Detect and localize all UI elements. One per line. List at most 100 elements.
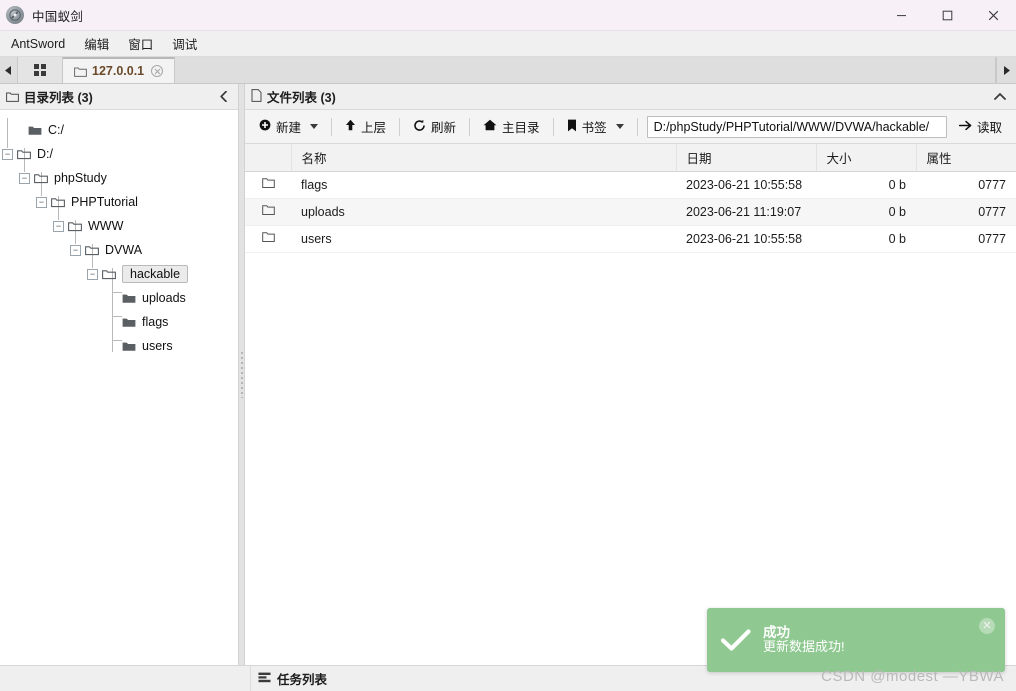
- refresh-label: 刷新: [431, 121, 457, 135]
- folder-solid-icon: [122, 293, 136, 304]
- tree-toggle-icon[interactable]: −: [19, 172, 30, 184]
- tree-node-label: users: [142, 339, 173, 353]
- tree-toggle-icon[interactable]: −: [70, 244, 81, 256]
- tree-node-dvwa[interactable]: − DVWA: [0, 238, 238, 262]
- window-title: 中国蚁剑: [32, 9, 84, 24]
- read-button-label: 读取: [976, 121, 1002, 135]
- menu-antsword[interactable]: AntSword: [2, 34, 74, 54]
- tree-node-label: flags: [142, 315, 169, 329]
- row-size: 0 b: [816, 171, 916, 199]
- folder-solid-icon: [122, 317, 136, 328]
- new-button[interactable]: 新建: [251, 113, 326, 140]
- splitter-grip: [240, 351, 243, 398]
- new-button-label: 新建: [276, 121, 302, 135]
- close-button[interactable]: [970, 0, 1016, 31]
- tab-127-0-0-1[interactable]: 127.0.0.1: [63, 57, 176, 83]
- folder-open-icon: [68, 221, 82, 232]
- chevron-left-icon[interactable]: [215, 91, 232, 102]
- tree-node-d[interactable]: − D:/: [0, 142, 238, 166]
- tree-node-label: C:/: [48, 123, 64, 137]
- tree-toggle-icon[interactable]: −: [36, 196, 47, 208]
- column-header-icon[interactable]: [245, 144, 292, 172]
- directory-tree[interactable]: C:/ − D:/ − phpStudy − PHPTutorial − WWW…: [0, 110, 238, 665]
- tree-node-c[interactable]: C:/: [0, 118, 238, 142]
- tree-node-label: D:/: [37, 147, 53, 161]
- chevron-up-icon[interactable]: [990, 92, 1010, 101]
- folder-open-icon: [102, 269, 116, 280]
- tab-bar: 127.0.0.1: [0, 57, 1016, 84]
- row-date: 2023-06-21 10:55:58: [676, 225, 816, 253]
- bookmark-icon: [567, 119, 577, 135]
- column-header-size[interactable]: 大小: [816, 144, 917, 172]
- column-header-attr[interactable]: 属性: [916, 144, 1016, 172]
- file-table-body: flags 2023-06-21 10:55:58 0 b 0777 uploa…: [245, 171, 1016, 253]
- folder-open-icon: [17, 149, 31, 160]
- menu-debug[interactable]: 调试: [163, 31, 206, 56]
- menu-edit[interactable]: 编辑: [75, 31, 118, 56]
- column-header-name[interactable]: 名称: [291, 144, 677, 172]
- directory-panel: 目录列表 (3) C:/ − D:/ − phpStudy − PHPTutor…: [0, 84, 238, 665]
- tree-node-flags[interactable]: flags: [0, 310, 238, 334]
- tab-close-icon[interactable]: [151, 65, 164, 77]
- row-name: flags: [291, 171, 676, 199]
- arrow-up-icon: [345, 119, 356, 134]
- file-table-container[interactable]: 名称 日期 大小 属性 flags 2023-06-21 10:55:58 0 …: [245, 144, 1016, 665]
- success-toast[interactable]: 成功 更新数据成功!: [707, 608, 1005, 672]
- tree-node-label: uploads: [142, 291, 186, 305]
- toast-message-group: 成功 更新数据成功!: [763, 625, 845, 655]
- home-directory-label: 主目录: [502, 121, 540, 135]
- maximize-button[interactable]: [924, 0, 970, 31]
- toast-body: 更新数据成功!: [763, 639, 845, 655]
- tree-node-phptutorial[interactable]: − PHPTutorial: [0, 190, 238, 214]
- home-directory-button[interactable]: 主目录: [475, 113, 548, 140]
- tree-node-uploads[interactable]: uploads: [0, 286, 238, 310]
- shell-list-tab[interactable]: [18, 57, 63, 83]
- read-button[interactable]: 读取: [951, 113, 1010, 140]
- tree-node-users[interactable]: users: [0, 334, 238, 358]
- chevron-down-icon[interactable]: [310, 124, 319, 129]
- status-bar-left-fill: [0, 666, 251, 691]
- tree-toggle-icon[interactable]: −: [87, 268, 98, 280]
- path-input[interactable]: [646, 115, 947, 138]
- chevron-down-icon[interactable]: [615, 124, 624, 129]
- directory-panel-header: 目录列表 (3): [0, 84, 238, 110]
- tree-node-hackable[interactable]: − hackable: [0, 262, 238, 286]
- check-icon: [721, 628, 751, 652]
- tree-node-label: DVWA: [105, 243, 143, 257]
- row-name: uploads: [291, 198, 676, 226]
- tree-toggle-icon[interactable]: −: [2, 148, 13, 160]
- tree-node-www[interactable]: − WWW: [0, 214, 238, 238]
- row-attr: 0777: [916, 198, 1016, 226]
- row-folder-icon: [245, 198, 291, 226]
- file-table-header-row: 名称 日期 大小 属性: [245, 144, 1016, 172]
- refresh-button[interactable]: 刷新: [405, 113, 464, 140]
- file-table-head: 名称 日期 大小 属性: [245, 144, 1016, 172]
- table-row[interactable]: users 2023-06-21 10:55:58 0 b 0777: [245, 225, 1016, 253]
- table-row[interactable]: uploads 2023-06-21 11:19:07 0 b 0777: [245, 198, 1016, 226]
- row-attr: 0777: [916, 171, 1016, 199]
- tree-node-phpstudy[interactable]: − phpStudy: [0, 166, 238, 190]
- minimize-button[interactable]: [878, 0, 924, 31]
- panel-splitter[interactable]: [238, 84, 245, 665]
- tree-toggle-icon[interactable]: −: [53, 220, 64, 232]
- bookmark-button[interactable]: 书签: [559, 113, 632, 140]
- file-list-panel: 文件列表 (3) 新建 上层 刷新 主目录 书签 D:/phpStudy/PHP…: [245, 84, 1016, 665]
- up-directory-button[interactable]: 上层: [337, 113, 394, 140]
- menu-window[interactable]: 窗口: [119, 31, 162, 56]
- tree-node-label: phpStudy: [54, 171, 107, 185]
- file-list-panel-header: 文件列表 (3): [245, 84, 1016, 110]
- row-size: 0 b: [816, 198, 916, 226]
- table-row[interactable]: flags 2023-06-21 10:55:58 0 b 0777: [245, 171, 1016, 199]
- tab-scroll-left-button[interactable]: [0, 57, 18, 83]
- arrow-right-icon: [958, 120, 972, 134]
- toolbar-separator: [636, 117, 638, 136]
- file-icon: [251, 88, 262, 105]
- file-list-panel-title: 文件列表 (3): [267, 91, 336, 105]
- folder-icon: [74, 66, 87, 77]
- column-header-date[interactable]: 日期: [676, 144, 817, 172]
- row-date: 2023-06-21 10:55:58: [676, 171, 816, 199]
- application-window: 中国蚁剑 AntSword 编辑 窗口 调试 127.0.0.1 目录列表 (3…: [0, 0, 1016, 691]
- refresh-icon: [413, 119, 426, 135]
- tab-scroll-right-button[interactable]: [996, 57, 1016, 83]
- toast-close-icon[interactable]: [979, 618, 995, 634]
